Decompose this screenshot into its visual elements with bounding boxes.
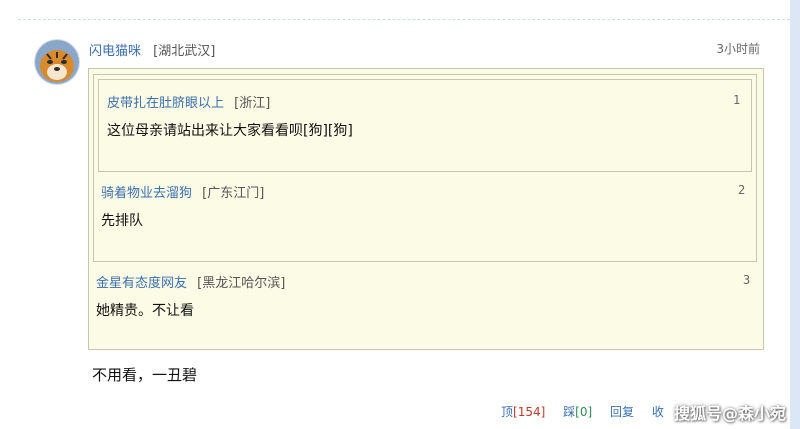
upvote-label: 顶 (501, 405, 514, 419)
post-author: 闪电猫咪 [湖北武汉] (89, 40, 215, 59)
upvote-count: [154] (513, 405, 546, 419)
downvote-count: [0] (575, 405, 593, 419)
tiger-avatar-icon (35, 40, 79, 84)
post-time: 3小时前 (716, 42, 760, 56)
downvote-label: 踩 (563, 405, 576, 419)
quote-1-index: 1 (733, 93, 741, 107)
comment-actions: 顶[154] 踩[0] 回复 收 (501, 403, 678, 420)
quote-3-user-name[interactable]: 金星有态度网友 (96, 276, 187, 291)
reply-button[interactable]: 回复 (610, 405, 634, 419)
quote-3-text: 她精贵。不让看 (96, 303, 194, 319)
quote-2-text: 先排队 (101, 213, 143, 229)
comment-text: 不用看，一丑碧 (92, 366, 198, 384)
quote-3-index: 3 (743, 273, 751, 287)
quote-3-user-location: [黑龙江哈尔滨] (197, 276, 286, 291)
post-user-name[interactable]: 闪电猫咪 (89, 44, 141, 59)
user-avatar[interactable] (35, 40, 79, 84)
upvote-button[interactable]: 顶[154] (501, 405, 545, 419)
quote-1-user-name[interactable]: 皮带扎在肚脐眼以上 (107, 96, 224, 111)
quote-2-author: 骑着物业去溜狗 [广东江门] (101, 182, 264, 201)
quote-3-author: 金星有态度网友 [黑龙江哈尔滨] (96, 272, 285, 291)
watermark: 搜狐号@森小宛 (673, 404, 786, 423)
right-scroll-strip (790, 0, 800, 429)
collect-button[interactable]: 收 (652, 405, 664, 419)
comment-page: 闪电猫咪 [湖北武汉] 3小时前 皮带扎在肚脐眼以上 [浙江] 1 这位母亲请站… (0, 0, 790, 429)
quote-2-user-name[interactable]: 骑着物业去溜狗 (101, 186, 192, 201)
quote-2-index: 2 (738, 183, 746, 197)
top-separator (18, 19, 790, 20)
quote-1-user-location: [浙江] (234, 96, 271, 111)
quote-1-author: 皮带扎在肚脐眼以上 [浙江] (107, 92, 270, 111)
post-user-location: [湖北武汉] (153, 44, 216, 59)
quote-2-user-location: [广东江门] (202, 186, 265, 201)
quote-1-text: 这位母亲请站出来让大家看看呗[狗][狗] (107, 123, 353, 139)
downvote-button[interactable]: 踩[0] (563, 405, 592, 419)
